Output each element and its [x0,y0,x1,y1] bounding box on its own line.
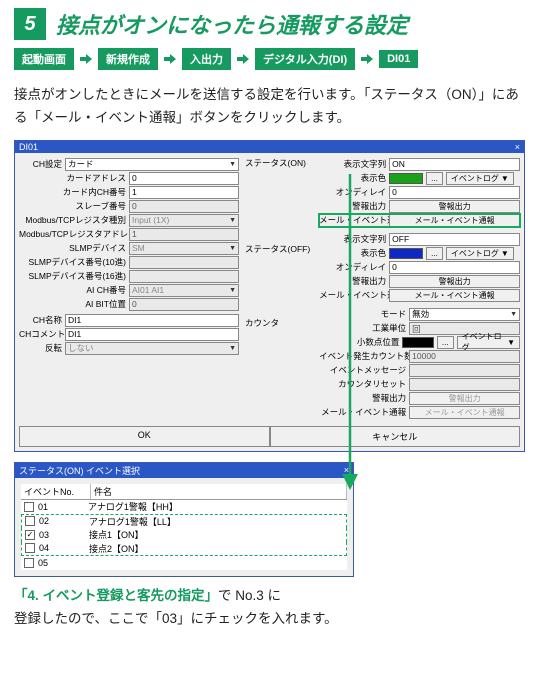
list-item[interactable]: 04接点2【ON】 [21,542,347,556]
chevron-down-icon: ▼ [501,249,509,258]
event-list-header: イベントNo. 件名 [21,484,347,500]
mail-event-button-on[interactable]: メール・イベント通報 [389,214,520,227]
close-icon[interactable]: × [344,465,349,475]
checkbox-icon[interactable] [24,502,34,512]
chevron-down-icon: ▼ [229,245,236,252]
breadcrumb: 起動画面 新規作成 入出力 デジタル入力(DI) DI01 [14,48,525,70]
footnote-strong: 「4. イベント登録と客先の指定」 [14,588,218,603]
arrow-right-icon [237,54,249,64]
event-log-button[interactable]: イベントログ ▼ [446,172,514,185]
color-picker-button[interactable]: ... [426,172,443,185]
dialog-titlebar: DI01 × [15,141,524,153]
list-item[interactable]: ✓03接点1【ON】 [21,528,347,542]
crumb-2: 入出力 [182,48,231,70]
dialog2-titlebar: ステータス(ON) イベント選択 × [15,463,353,478]
cancel-button[interactable]: キャンセル [270,426,521,447]
list-item[interactable]: 01アナログ1警報【HH】 [21,500,347,514]
dialog-event-select: ステータス(ON) イベント選択 × イベントNo. 件名 01アナログ1警報【… [14,462,354,577]
crumb-3: デジタル入力(DI) [255,48,355,70]
chevron-down-icon: ▼ [229,217,236,224]
arrow-right-icon [164,54,176,64]
ok-button[interactable]: OK [19,426,270,447]
checkbox-icon[interactable] [25,516,35,526]
ch-setting-label: CH設定 [19,158,65,170]
chevron-down-icon: ▼ [229,345,236,352]
checkbox-checked-icon[interactable]: ✓ [25,530,35,540]
step-title: 5 接点がオンになったら通報する設定 [14,8,525,40]
ch-setting-select[interactable]: カード▼ [65,158,239,171]
crumb-1: 新規作成 [98,48,158,70]
card-address-field[interactable]: 0 [129,172,239,185]
event-list: 01アナログ1警報【HH】 02アナログ1警報【LL】 ✓03接点1【ON】 0… [21,500,347,570]
arrow-right-icon [80,54,92,64]
chevron-down-icon: ▼ [229,287,236,294]
dialog-di01: DI01 × CH設定 カード▼ カードアドレス0 カード内CH番号1 スレーブ… [14,140,525,452]
dialog-title: DI01 [19,142,38,152]
chevron-down-icon: ▼ [510,311,517,318]
dialog2-title: ステータス(ON) イベント選択 [19,464,140,477]
list-item[interactable]: 05 [21,556,347,570]
chevron-down-icon: ▼ [501,174,509,183]
chevron-down-icon: ▼ [229,161,236,168]
color-swatch-on [389,173,423,184]
color-swatch-off [389,248,423,259]
crumb-4: DI01 [379,50,418,68]
chevron-down-icon: ▼ [507,338,515,347]
arrow-right-icon [361,54,373,64]
list-item[interactable]: 02アナログ1警報【LL】 [21,514,347,528]
footnote: 「4. イベント登録と客先の指定」で No.3 に 登録したので、ここで「03」… [14,585,525,631]
step-number-badge: 5 [14,8,46,40]
checkbox-icon[interactable] [24,558,34,568]
mail-event-row-on: メール・イベント通報メール・イベント通報 [319,214,520,227]
step-title-text: 接点がオンになったら通報する設定 [56,8,408,40]
crumb-0: 起動画面 [14,48,74,70]
lead-paragraph: 接点がオンしたときにメールを送信する設定を行います。「ステータス（ON）」にある… [14,84,525,130]
decimal-swatch [402,337,434,348]
checkbox-icon[interactable] [25,543,35,553]
close-icon[interactable]: × [515,142,520,152]
alarm-output-button[interactable]: 警報出力 [389,200,520,213]
